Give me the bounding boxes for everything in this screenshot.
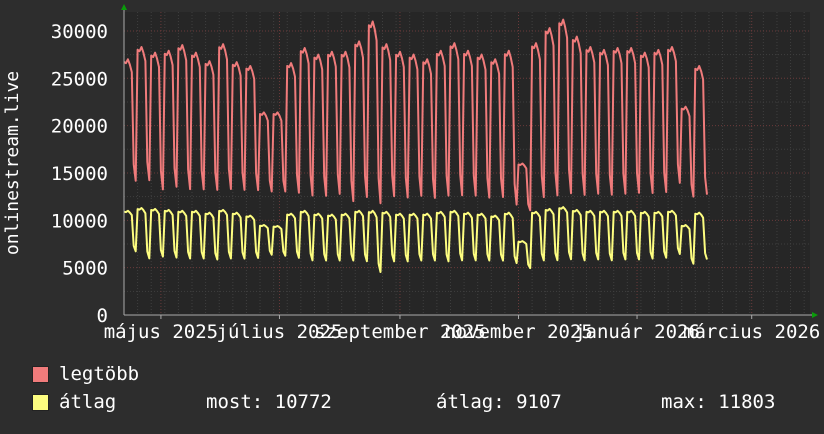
y-tick-label: 15000: [51, 163, 108, 185]
legend-item-max: legtöbb: [32, 363, 139, 385]
x-tick-label: január 2026: [574, 321, 700, 343]
x-tick-label: március 2026: [683, 321, 820, 343]
y-axis-label: onlinestream.live: [2, 71, 23, 255]
x-axis-arrow: [812, 312, 818, 318]
stat-average: átlag: 9107: [436, 391, 562, 413]
chart: 0 5000 10000 15000 20000 25000 30000 május 202…: [0, 0, 824, 430]
legend-item-avg: átlag: [32, 391, 116, 413]
y-tick-label: 5000: [62, 258, 108, 280]
y-tick-label: 25000: [51, 68, 108, 90]
x-tick-labels: május 2025július 2025szeptember 2025nove…: [104, 321, 821, 343]
stat-max: max: 11803: [661, 391, 776, 413]
y-tick-label: 20000: [51, 116, 108, 138]
legend-label-avg: átlag: [59, 391, 117, 413]
x-tick-label: november 2025: [444, 321, 593, 343]
y-axis-arrow: [121, 4, 127, 10]
legend-label-max: legtöbb: [59, 363, 140, 385]
y-tick-label: 10000: [51, 210, 108, 232]
legend-swatch-avg: [32, 393, 49, 411]
legend-swatch-max: [32, 365, 49, 383]
y-tick-labels: 050001000015000200002500030000: [51, 21, 108, 327]
x-tick-label: május 2025: [104, 321, 218, 343]
y-tick-label: 30000: [51, 21, 108, 43]
stat-now: most: 10772: [206, 391, 332, 413]
